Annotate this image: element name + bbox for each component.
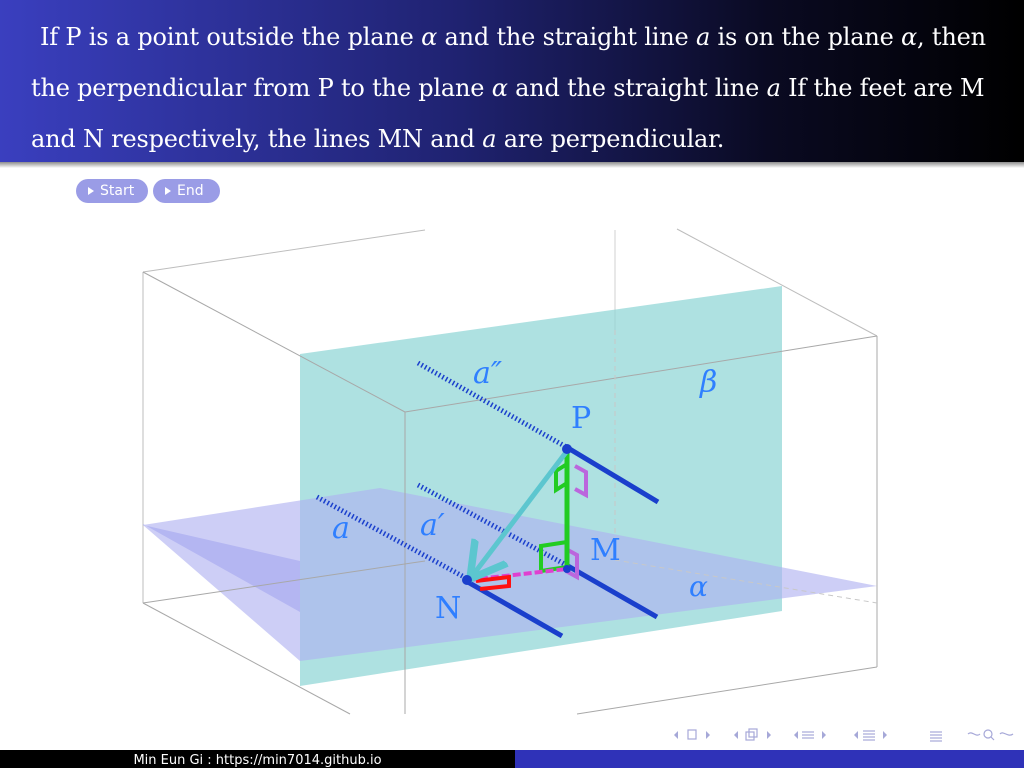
label-p: P	[571, 401, 591, 436]
nav-slide-icon[interactable]	[674, 729, 710, 740]
play-icon	[88, 187, 94, 195]
beamer-navigation	[670, 726, 1020, 744]
label-m: M	[590, 533, 621, 568]
nav-toc-icon[interactable]	[930, 731, 942, 742]
nav-section-icon[interactable]	[854, 730, 887, 741]
geometry-diagram: P M N a a′ a″ α β	[142, 228, 878, 715]
point-n	[462, 575, 472, 585]
footer: Min Eun Gi : https://min7014.github.io	[0, 750, 1024, 768]
footer-author[interactable]: Min Eun Gi : https://min7014.github.io	[0, 750, 515, 768]
label-a: a	[332, 511, 350, 546]
label-beta: β	[699, 365, 717, 400]
start-button[interactable]: Start	[76, 179, 148, 203]
label-n: N	[435, 591, 461, 626]
nav-frame-icon[interactable]	[734, 728, 771, 741]
label-alpha: α	[689, 570, 708, 603]
label-a-double-prime: a″	[473, 356, 503, 391]
play-icon	[165, 187, 171, 195]
point-m	[563, 565, 571, 573]
footer-right-bar	[515, 750, 1024, 768]
slide: If P is a point outside the plane α and …	[0, 0, 1024, 768]
nav-subsection-icon[interactable]	[794, 731, 826, 739]
nav-search-icon[interactable]	[967, 729, 1014, 741]
label-a-prime: a′	[420, 508, 445, 543]
point-p	[562, 444, 572, 454]
end-button[interactable]: End	[153, 179, 220, 203]
